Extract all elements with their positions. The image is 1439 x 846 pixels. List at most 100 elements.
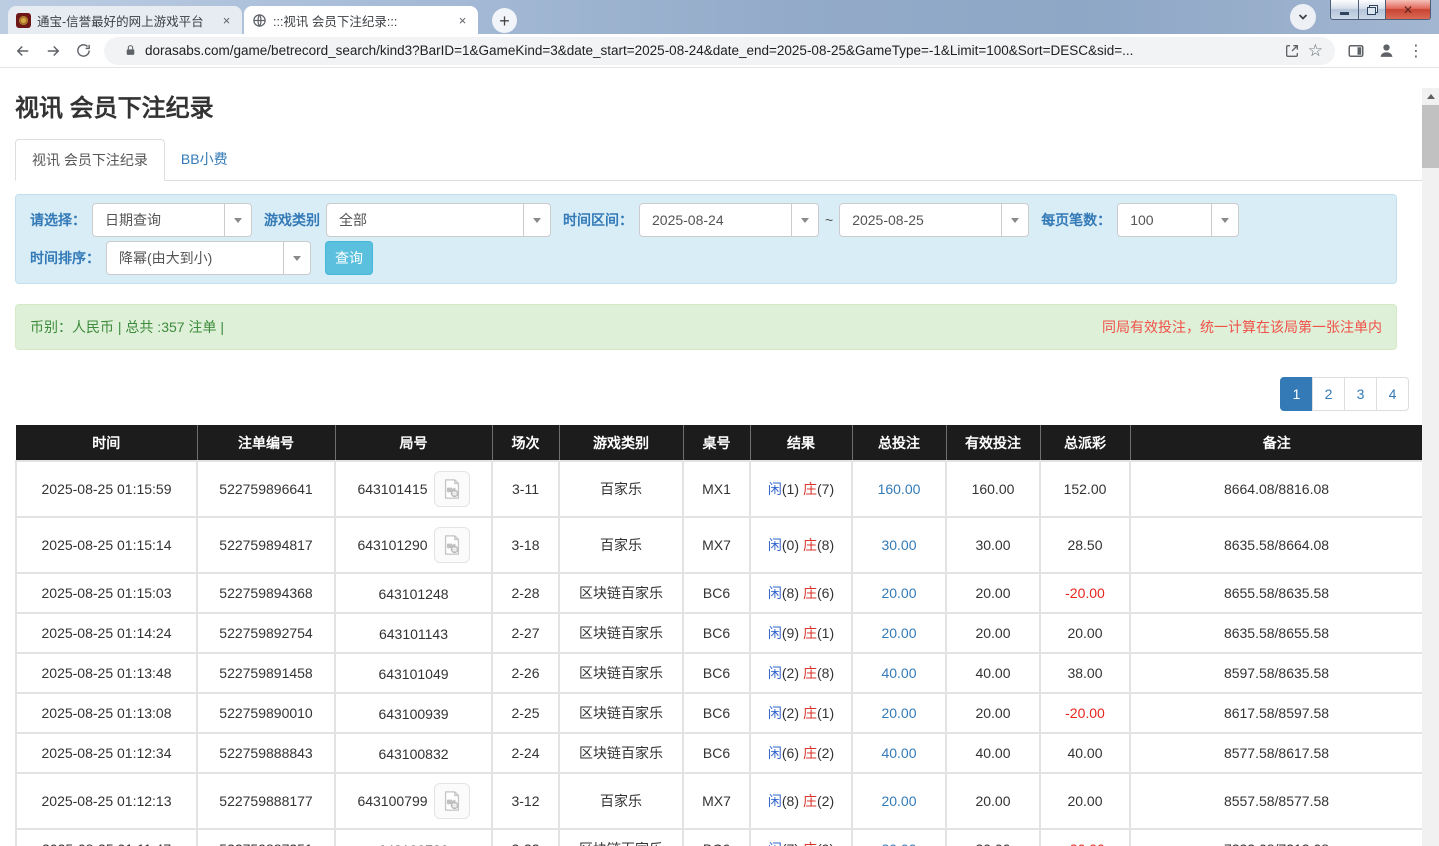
query-type-select[interactable]: 日期查询 xyxy=(92,203,252,237)
address-bar[interactable]: dorasabs.com/game/betrecord_search/kind3… xyxy=(104,37,1335,65)
browser-tab-active[interactable]: :::视讯 会员下注纪录::: × xyxy=(244,6,478,34)
cell-remark: 8577.58/8617.58 xyxy=(1130,733,1423,773)
vertical-scrollbar[interactable] xyxy=(1422,88,1439,846)
tab-search-chevron-icon[interactable] xyxy=(1290,4,1316,30)
filter-panel: 请选择： 日期查询 游戏类别 全部 时间区间： 2025-08-24 ~ 202 xyxy=(15,194,1397,284)
date-separator: ~ xyxy=(825,212,833,228)
result-player-count: (7) xyxy=(782,841,799,846)
pagination: 1234 xyxy=(15,377,1409,411)
table-row: 2025-08-25 01:12:34522759888843643100832… xyxy=(16,733,1423,773)
tab-title: :::视讯 会员下注纪录::: xyxy=(273,11,448,30)
game-type-label: 游戏类别 xyxy=(264,210,320,230)
sort-label: 时间排序： xyxy=(30,248,100,268)
result-player-count: (0) xyxy=(782,537,799,553)
side-panel-icon[interactable] xyxy=(1342,37,1370,65)
browser-menu-icon[interactable]: ⋮ xyxy=(1402,37,1430,65)
browser-tab-inactive[interactable]: 通宝-信誉最好的网上游戏平台 × xyxy=(8,6,242,34)
total-bet-link[interactable]: 30.00 xyxy=(881,537,916,553)
result-banker-count: (2) xyxy=(817,745,834,761)
tab-close-icon[interactable]: × xyxy=(218,12,235,29)
cell-game-type: 区块链百家乐 xyxy=(559,733,683,773)
page-size-select[interactable]: 100 xyxy=(1117,203,1239,237)
bet-records-table: 时间注单编号局号场次游戏类别桌号结果总投注有效投注总派彩备注 2025-08-2… xyxy=(15,425,1424,846)
date-start-input[interactable]: 2025-08-24 xyxy=(639,203,819,237)
date-end-input[interactable]: 2025-08-25 xyxy=(839,203,1029,237)
result-banker-count: (1) xyxy=(817,705,834,721)
total-bet-link[interactable]: 40.00 xyxy=(881,745,916,761)
result-player-count: (2) xyxy=(782,705,799,721)
cell-result: 闲(8)庄(6) xyxy=(750,573,852,613)
cell-round-id: 643101248 xyxy=(335,573,492,613)
bookmark-star-icon[interactable]: ☆ xyxy=(1308,42,1323,59)
total-bet-link[interactable]: 20.00 xyxy=(881,705,916,721)
cell-result: 闲(8)庄(2) xyxy=(750,773,852,829)
pagination-page-3[interactable]: 3 xyxy=(1344,377,1377,411)
tab-close-icon[interactable]: × xyxy=(454,12,471,29)
result-player-label: 闲 xyxy=(768,793,782,809)
result-player-label: 闲 xyxy=(768,841,782,846)
profile-avatar-icon[interactable] xyxy=(1372,37,1400,65)
reload-icon[interactable] xyxy=(69,37,97,65)
window-minimize-button[interactable] xyxy=(1330,0,1359,20)
cell-session: 2-25 xyxy=(492,693,559,733)
page-tabs: 视讯 会员下注纪录 BB小费 xyxy=(15,139,1422,181)
cell-round-id: 643100739 xyxy=(335,829,492,846)
pagination-page-2[interactable]: 2 xyxy=(1312,377,1345,411)
col-header-session: 场次 xyxy=(492,425,559,461)
table-body: 2025-08-25 01:15:59522759896641643101415… xyxy=(16,461,1423,846)
window-close-button[interactable]: ✕ xyxy=(1386,0,1431,20)
video-replay-button[interactable] xyxy=(434,471,470,507)
cell-table-no: BC6 xyxy=(683,613,750,653)
cell-time: 2025-08-25 01:13:48 xyxy=(16,653,197,693)
cell-remark: 8664.08/8816.08 xyxy=(1130,461,1423,517)
tab-bet-records[interactable]: 视讯 会员下注纪录 xyxy=(15,139,165,181)
cell-game-type: 百家乐 xyxy=(559,517,683,573)
total-bet-link[interactable]: 20.00 xyxy=(881,585,916,601)
tab-bb-tip[interactable]: BB小费 xyxy=(165,139,244,180)
cell-total-bet: 20.00 xyxy=(852,829,946,846)
cell-total-bet: 20.00 xyxy=(852,773,946,829)
cell-remark: 8635.58/8664.08 xyxy=(1130,517,1423,573)
cell-remark: 8655.58/8635.58 xyxy=(1130,573,1423,613)
cell-time: 2025-08-25 01:15:59 xyxy=(16,461,197,517)
col-header-valid-bet: 有效投注 xyxy=(946,425,1040,461)
share-icon[interactable] xyxy=(1284,43,1300,59)
col-header-result: 结果 xyxy=(750,425,852,461)
result-player-label: 闲 xyxy=(768,537,782,553)
scrollbar-thumb[interactable] xyxy=(1422,105,1439,168)
table-row: 2025-08-25 01:13:48522759891458643101049… xyxy=(16,653,1423,693)
total-bet-link[interactable]: 20.00 xyxy=(881,793,916,809)
video-replay-button[interactable] xyxy=(434,527,470,563)
cell-bet-id: 522759896641 xyxy=(197,461,335,517)
video-replay-button[interactable] xyxy=(434,783,470,819)
window-restore-button[interactable] xyxy=(1359,0,1386,20)
pagination-page-4[interactable]: 4 xyxy=(1376,377,1409,411)
game-type-select[interactable]: 全部 xyxy=(326,203,551,237)
tab-title: 通宝-信誉最好的网上游戏平台 xyxy=(37,11,212,30)
scroll-up-icon[interactable] xyxy=(1422,88,1439,105)
pagination-page-1[interactable]: 1 xyxy=(1280,377,1313,411)
forward-icon[interactable] xyxy=(39,37,67,65)
search-button[interactable]: 查询 xyxy=(325,241,373,275)
result-player-label: 闲 xyxy=(768,625,782,641)
new-tab-button[interactable]: + xyxy=(492,8,517,33)
cell-remark: 8597.58/8635.58 xyxy=(1130,653,1423,693)
globe-favicon-icon xyxy=(251,12,267,28)
cell-session: 3-11 xyxy=(492,461,559,517)
total-bet-link[interactable]: 20.00 xyxy=(881,841,916,846)
total-bet-link[interactable]: 20.00 xyxy=(881,625,916,641)
result-banker-count: (8) xyxy=(817,537,834,553)
cell-time: 2025-08-25 01:12:13 xyxy=(16,773,197,829)
cell-time: 2025-08-25 01:14:24 xyxy=(16,613,197,653)
col-header-round-id: 局号 xyxy=(335,425,492,461)
sort-select[interactable]: 降幂(由大到小) xyxy=(106,241,311,275)
total-bet-link[interactable]: 160.00 xyxy=(878,481,921,497)
total-bet-link[interactable]: 40.00 xyxy=(881,665,916,681)
back-icon[interactable] xyxy=(9,37,37,65)
cell-total-payout: -20.00 xyxy=(1040,573,1130,613)
cell-round-id: 643101049 xyxy=(335,653,492,693)
cell-total-bet: 20.00 xyxy=(852,613,946,653)
cell-game-type: 百家乐 xyxy=(559,773,683,829)
cell-remark: 8557.58/8577.58 xyxy=(1130,773,1423,829)
cell-round-id: 643101415 xyxy=(335,461,492,517)
